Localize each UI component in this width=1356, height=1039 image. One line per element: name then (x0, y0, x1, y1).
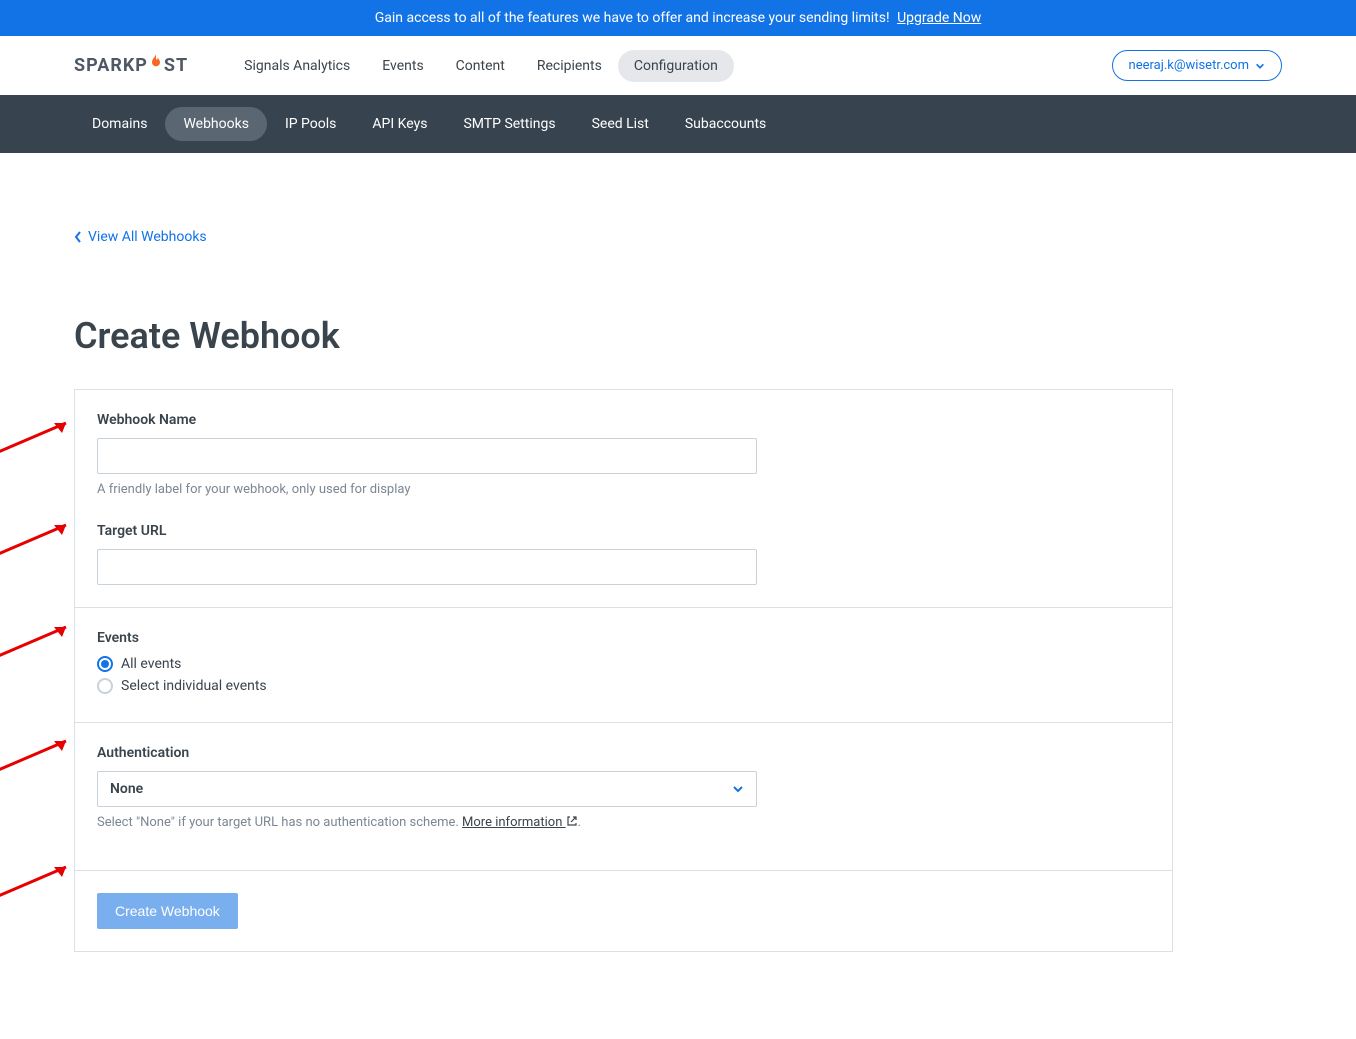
create-webhook-button[interactable]: Create Webhook (97, 893, 238, 929)
main-nav: Signals AnalyticsEventsContentRecipients… (228, 50, 734, 82)
auth-more-info-link[interactable]: More information (462, 815, 578, 830)
upgrade-banner: Gain access to all of the features we ha… (0, 0, 1356, 36)
auth-help: Select "None" if your target URL has no … (97, 815, 1150, 830)
events-label: Events (97, 630, 1150, 646)
main-nav-item-content[interactable]: Content (440, 50, 521, 82)
user-email: neeraj.k@wisetr.com (1129, 58, 1249, 73)
logo-prefix: SPARKP (74, 55, 148, 76)
section-submit: Create Webhook (75, 871, 1172, 951)
radio-select-individual-events[interactable]: Select individual events (97, 678, 1150, 694)
main-nav-item-signals-analytics[interactable]: Signals Analytics (228, 50, 366, 82)
annotation-arrow (0, 415, 74, 455)
annotation-arrow (0, 517, 74, 557)
external-link-icon (566, 815, 578, 827)
annotation-arrow (0, 733, 74, 773)
auth-selected-value: None (110, 781, 143, 797)
chevron-left-icon (74, 231, 82, 243)
sub-nav-item-domains[interactable]: Domains (74, 107, 165, 141)
radio-label: Select individual events (121, 678, 267, 694)
back-link[interactable]: View All Webhooks (74, 229, 207, 245)
logo-suffix: ST (164, 55, 188, 76)
field-target-url: Target URL (97, 523, 1150, 585)
section-basics: Webhook Name A friendly label for your w… (75, 390, 1172, 608)
target-url-label: Target URL (97, 523, 1150, 539)
radio-all-events[interactable]: All events (97, 656, 1150, 672)
main-nav-item-events[interactable]: Events (366, 50, 439, 82)
section-auth: Authentication None Select "None" if you… (75, 723, 1172, 871)
sub-nav-item-api-keys[interactable]: API Keys (354, 107, 445, 141)
upgrade-link[interactable]: Upgrade Now (897, 10, 981, 26)
target-url-input[interactable] (97, 549, 757, 585)
annotation-arrow (0, 859, 74, 899)
page-title: Create Webhook (74, 315, 1282, 357)
sub-nav-item-webhooks[interactable]: Webhooks (165, 107, 267, 141)
chevron-down-icon (1255, 61, 1265, 71)
banner-text: Gain access to all of the features we ha… (375, 10, 890, 26)
flame-icon (148, 51, 164, 76)
main-nav-item-recipients[interactable]: Recipients (521, 50, 618, 82)
section-events: Events All events Select individual event… (75, 608, 1172, 723)
radio-label: All events (121, 656, 181, 672)
auth-label: Authentication (97, 745, 1150, 761)
sub-nav-item-smtp-settings[interactable]: SMTP Settings (445, 107, 573, 141)
content: View All Webhooks Create Webhook Webhook… (0, 153, 1356, 952)
auth-select[interactable]: None (97, 771, 757, 807)
webhook-name-help: A friendly label for your webhook, only … (97, 482, 1150, 497)
sub-nav-item-seed-list[interactable]: Seed List (574, 107, 667, 141)
back-link-text: View All Webhooks (88, 229, 207, 245)
logo[interactable]: SPARKP ST (74, 53, 188, 78)
sub-nav-item-subaccounts[interactable]: Subaccounts (667, 107, 784, 141)
form-panel: Webhook Name A friendly label for your w… (74, 389, 1173, 952)
sub-nav: DomainsWebhooksIP PoolsAPI KeysSMTP Sett… (0, 95, 1356, 153)
webhook-name-label: Webhook Name (97, 412, 1150, 428)
top-nav: SPARKP ST Signals AnalyticsEventsContent… (0, 36, 1356, 95)
radio-icon (97, 656, 113, 672)
webhook-name-input[interactable] (97, 438, 757, 474)
auth-help-suffix: . (578, 815, 581, 830)
auth-help-prefix: Select "None" if your target URL has no … (97, 815, 462, 830)
chevron-down-icon (732, 783, 744, 795)
radio-icon (97, 678, 113, 694)
field-webhook-name: Webhook Name A friendly label for your w… (97, 412, 1150, 497)
sub-nav-item-ip-pools[interactable]: IP Pools (267, 107, 354, 141)
user-menu[interactable]: neeraj.k@wisetr.com (1112, 50, 1282, 81)
annotation-arrow (0, 619, 74, 659)
main-nav-item-configuration[interactable]: Configuration (618, 50, 734, 82)
